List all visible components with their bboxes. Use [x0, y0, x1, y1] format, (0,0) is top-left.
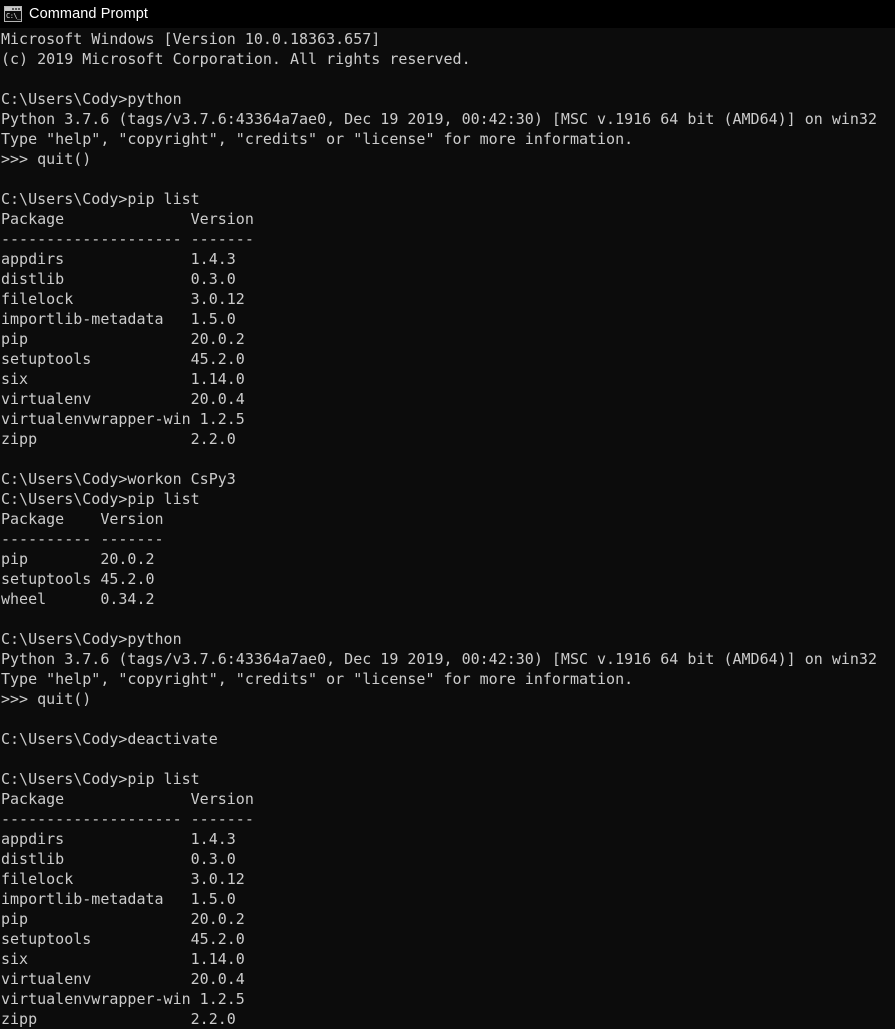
command-prompt-icon-buttons [12, 8, 20, 10]
command-prompt-icon-glyph: C:\_ [6, 12, 21, 20]
console-text: Microsoft Windows [Version 10.0.18363.65… [1, 30, 877, 1028]
window-titlebar[interactable]: C:\_ Command Prompt [0, 0, 895, 28]
command-prompt-icon: C:\_ [4, 6, 22, 22]
console-output-area[interactable]: Microsoft Windows [Version 10.0.18363.65… [0, 28, 895, 1029]
window-title: Command Prompt [29, 6, 149, 22]
